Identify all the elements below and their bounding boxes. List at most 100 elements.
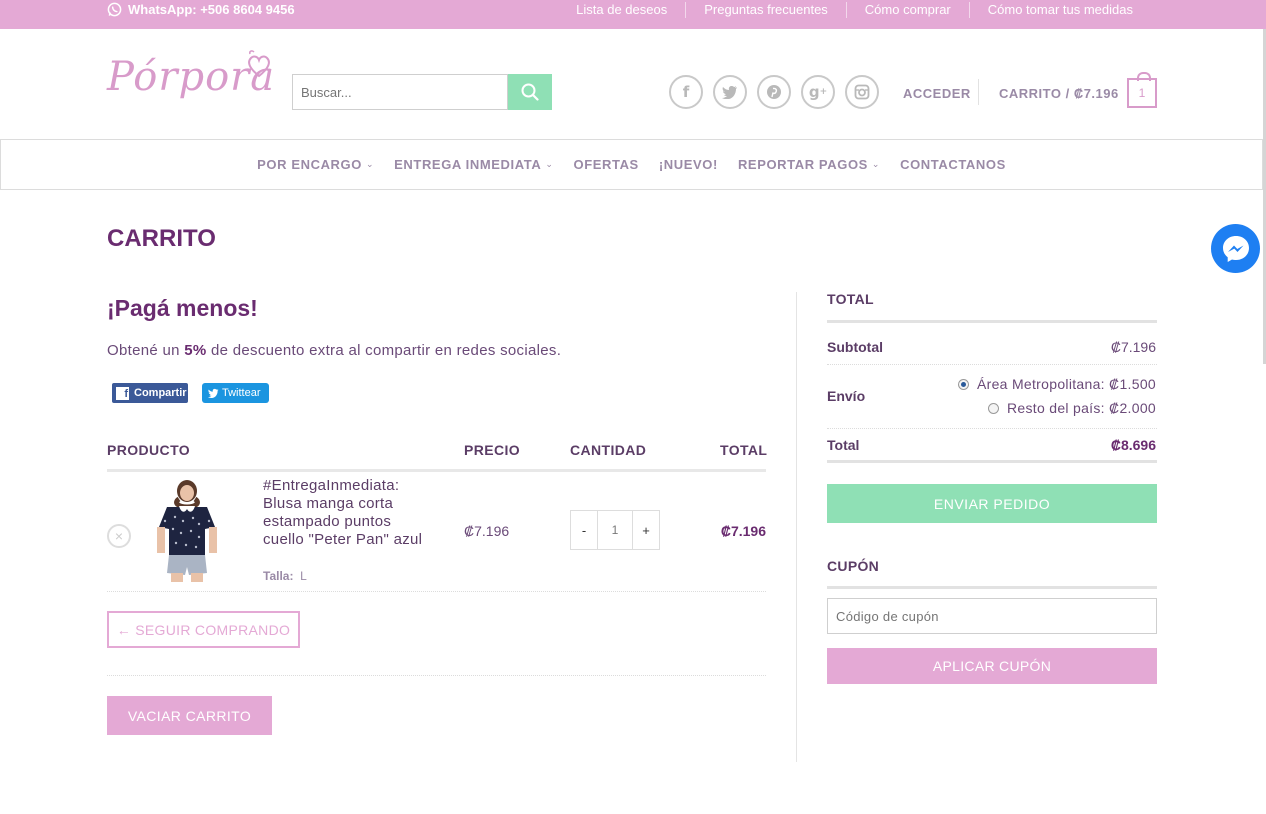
empty-cart-button[interactable]: VACIAR CARRITO [107,696,272,735]
close-icon: × [114,528,124,544]
top-bar: WhatsApp: +506 8604 9456 Lista de deseos… [0,0,1266,29]
login-link[interactable]: ACCEDER [903,86,971,101]
twitter-share-label: Twittear [222,387,261,399]
nav-label: ¡NUEVO! [658,157,718,172]
col-header-total: TOTAL [720,442,768,458]
nav-nuevo[interactable]: ¡NUEVO! [659,157,718,172]
chevron-down-icon: ⌄ [545,159,554,169]
twitter-icon [208,388,219,398]
twitter-icon[interactable] [713,75,747,109]
apply-coupon-button[interactable]: APLICAR CUPÓN [827,648,1157,684]
whatsapp-contact[interactable]: WhatsApp: +506 8604 9456 [107,2,295,17]
main-nav: POR ENCARGO ⌄ ENTREGA INMEDIATA ⌄ OFERTAS … [0,139,1263,190]
product-thumbnail[interactable] [143,477,231,582]
actions-divider [107,675,766,676]
cart-bag-icon[interactable]: 1 [1127,72,1157,108]
whatsapp-icon [107,2,122,17]
total-value: ₡8.696 [1110,437,1156,453]
totals-title: TOTAL [827,291,874,307]
link-how-to-buy[interactable]: Cómo comprar [845,2,969,18]
total-divider [827,460,1157,463]
heart-icon [248,50,270,78]
nav-label: CONTACTANOS [900,157,1006,172]
variation-label: Talla: [263,569,294,583]
product-subtotal: ₡7.196 [720,523,766,539]
search-button[interactable] [508,74,552,110]
shipping-option-rest[interactable]: Resto del país: ₡2.000 [987,400,1156,416]
cart-link[interactable]: CARRITO / ₡7.196 [999,86,1119,101]
table-header-divider [107,469,766,472]
messenger-button[interactable] [1211,224,1260,273]
whatsapp-number: WhatsApp: +506 8604 9456 [128,2,295,17]
totals-title-divider [827,320,1157,323]
subtotal-value: ₡7.196 [1110,339,1156,355]
link-wishlist[interactable]: Lista de deseos [558,2,685,18]
facebook-share-button[interactable]: f Compartir [112,383,188,403]
product-price: ₡7.196 [464,523,510,539]
pinterest-icon[interactable] [757,75,791,109]
twitter-share-button[interactable]: Twittear [202,383,269,403]
shipping-label: Envío [827,388,866,404]
nav-reportar-pagos[interactable]: REPORTAR PAGOS ⌄ [738,157,880,172]
social-links: f g + [669,75,879,109]
chevron-down-icon: ⌄ [365,159,375,169]
product-variation: Talla: L [263,569,307,583]
coupon-code-input[interactable] [827,598,1157,634]
google-plus-icon[interactable]: g + [801,75,835,109]
site-logo[interactable]: Pórpora [107,46,277,110]
facebook-icon[interactable]: f [669,75,703,109]
link-faq[interactable]: Preguntas frecuentes [685,2,846,18]
nav-label: ENTREGA INMEDIATA [394,157,542,172]
messenger-icon [1222,235,1249,262]
nav-label: OFERTAS [573,157,639,172]
promo-text: Obtené un 5% de descuento extra al compa… [107,342,561,359]
product-name-link[interactable]: #EntregaInmediata: Blusa manga corta est… [263,477,433,549]
top-links: Lista de deseos Preguntas frecuentes Cóm… [558,2,1151,18]
promo-discount: 5% [184,342,207,359]
page-title: CARRITO [107,225,216,252]
chevron-down-icon: ⌄ [871,159,881,169]
qty-decrease-button[interactable]: - [571,511,597,549]
continue-shopping-button[interactable]: ← SEGUIR COMPRANDO [107,611,300,648]
subtotal-divider [827,364,1157,365]
total-label: Total [827,437,860,453]
col-header-price: PRECIO [464,442,521,458]
col-header-product: PRODUCTO [107,442,191,458]
subtotal-label: Subtotal [827,339,883,355]
nav-entrega-inmediata[interactable]: ENTREGA INMEDIATA ⌄ [394,157,553,172]
promo-text-after: de descuento extra al compartir en redes… [206,342,562,359]
nav-label: REPORTAR PAGOS [737,157,868,172]
search-icon [521,83,539,101]
nav-ofertas[interactable]: OFERTAS [573,157,638,172]
shipping-option-label: Área Metropolitana: ₡1.500 [976,376,1156,392]
qty-increase-button[interactable]: + [633,511,659,549]
shipping-radio-rest[interactable] [987,402,999,414]
nav-label: POR ENCARGO [257,157,362,172]
qty-input[interactable]: 1 [597,511,633,549]
shipping-option-label: Resto del país: ₡2.000 [1006,400,1156,416]
row-divider [107,591,766,592]
instagram-icon[interactable] [845,75,879,109]
cart-count: 1 [1138,86,1146,100]
nav-por-encargo[interactable]: POR ENCARGO ⌄ [257,157,374,172]
promo-title: ¡Pagá menos! [107,295,258,321]
quantity-stepper: - 1 + [570,510,660,550]
variation-value: L [300,569,307,583]
shipping-radio-metro[interactable] [957,378,969,390]
header-divider [978,79,979,105]
nav-contactanos[interactable]: CONTACTANOS [900,157,1006,172]
checkout-button[interactable]: ENVIAR PEDIDO [827,484,1157,523]
search-bar [292,74,552,110]
promo-text-before: Obtené un [107,342,185,359]
col-header-quantity: CANTIDAD [570,442,647,458]
coupon-title-divider [827,586,1157,589]
remove-item-button[interactable]: × [107,524,131,548]
column-divider [796,292,797,762]
shipping-divider [827,428,1157,429]
search-input[interactable] [292,74,508,110]
link-measurements[interactable]: Cómo tomar tus medidas [968,2,1151,18]
facebook-share-label: Compartir [134,387,187,399]
coupon-title: CUPÓN [827,558,880,574]
shipping-option-metro[interactable]: Área Metropolitana: ₡1.500 [957,376,1156,392]
facebook-icon: f [116,386,129,400]
